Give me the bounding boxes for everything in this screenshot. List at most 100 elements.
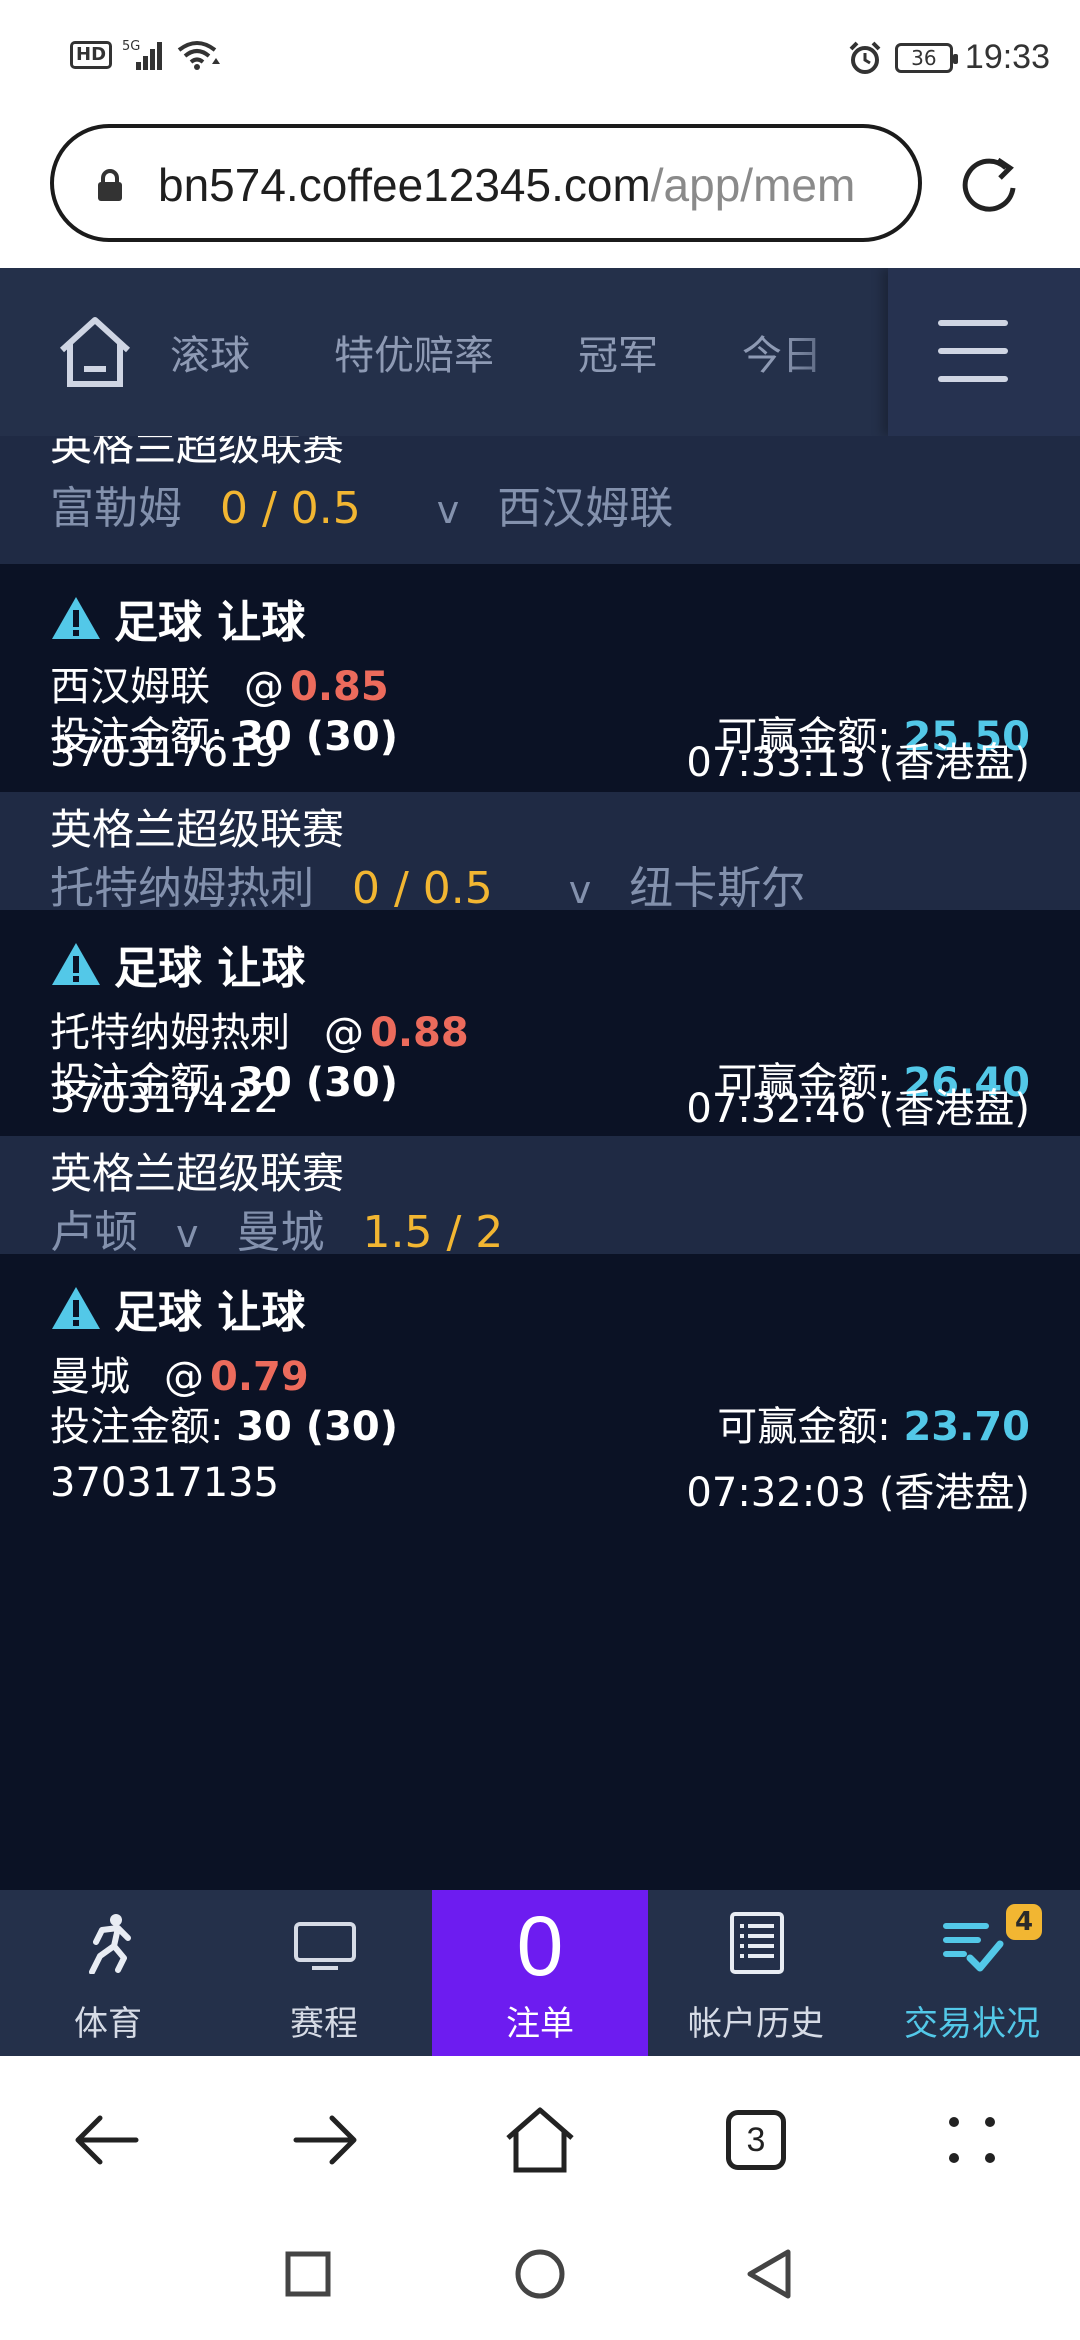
match-line: 富勒姆 0 / 0.5 v 西汉姆联 [50,472,673,536]
status-right: 36 19:33 [847,38,1050,77]
bet-type-label: 足球 让球 [114,1287,306,1338]
match-line: 卢顿 v 曼城 1.5 / 2 [50,1196,541,1260]
tab-sports[interactable]: 体育 [0,1890,216,2056]
warning-icon [52,1287,100,1329]
signal-icon: 5G [122,39,163,70]
warning-icon [52,597,100,639]
ticket-row: 370317619 07:33:13 (香港盘) [50,730,1030,788]
checklist-icon [943,1923,1004,1972]
league-header: 英格兰超级联赛 富勒姆 0 / 0.5 v 西汉姆联 [0,436,1080,564]
bet-type: 足球 让球 [50,1276,305,1340]
stake: 投注金额: 30 (30) [50,1394,398,1452]
recents-square-icon[interactable] [278,2244,338,2304]
lock-icon[interactable] [96,168,124,202]
nav-tab-special-odds[interactable]: 特优赔率 [334,323,494,381]
ticket-id: 370317619 [50,730,280,776]
tab-schedule-label: 赛程 [290,2004,358,2044]
bet-time: 07:33:13 (香港盘) [686,740,1030,786]
tab-sports-label: 体育 [74,2004,142,2044]
bet-type-label: 足球 让球 [114,943,306,994]
url-host: bn574.coffee12345.com [158,159,651,211]
versus: v [176,1212,199,1256]
stake-row: 投注金额: 30 (30) 可赢金额: 23.70 [50,1394,1030,1452]
league-header: 英格兰超级联赛 托特纳姆热刺 0 / 0.5 v 纽卡斯尔 [0,792,1080,914]
versus: v [568,868,592,912]
runner-icon [89,1914,131,1974]
home-circle-icon[interactable] [510,2244,570,2304]
handicap: 0 / 0.5 [220,483,361,534]
ticket-row: 370317422 07:32:46 (香港盘) [50,1076,1030,1134]
versus: v [436,488,460,532]
handicap: 1.5 / 2 [362,1207,504,1258]
win-value: 23.70 [903,1404,1030,1450]
status-bar: HD 5G 36 19:33 [0,0,1080,120]
win: 可赢金额: 23.70 [717,1394,1030,1452]
monitor-icon [294,1922,356,1970]
document-list-icon [730,1912,784,1974]
home-team: 托特纳姆热刺 [50,863,314,914]
tabs-count: 3 [726,2110,786,2170]
tab-trade-status[interactable]: 4 交易状况 [864,1890,1080,2056]
win-label: 可赢金额: [717,1404,891,1450]
handicap: 0 / 0.5 [352,863,493,914]
browser-home-icon[interactable] [502,2102,578,2178]
bet-type-label: 足球 让球 [114,597,306,648]
wifi-icon [177,41,221,70]
site-header-nav: 滚球 特优赔率 冠军 今日 [0,268,1080,436]
home-icon[interactable] [56,314,134,390]
browser-url-area: bn574.coffee12345.com/app/mem [0,120,1080,268]
tab-betslip[interactable]: 0 注单 [432,1890,648,2056]
android-nav-bar [0,2222,1080,2340]
away-team: 曼城 [236,1207,325,1258]
home-team: 富勒姆 [50,483,182,534]
ticket-id: 370317135 [50,1460,280,1506]
league-name: 英格兰超级联赛 [50,1149,345,1198]
url-bar[interactable]: bn574.coffee12345.com/app/mem [50,124,922,242]
back-triangle-icon[interactable] [740,2244,800,2304]
nav-tabs: 滚球 特优赔率 冠军 今日 [170,268,870,436]
hamburger-menu-icon[interactable] [938,320,1008,382]
nav-fade [780,268,890,436]
bet-time: 07:32:03 (香港盘) [686,1470,1030,1516]
hd-icon: HD [70,41,113,69]
stake-value: 30 (30) [236,1404,399,1450]
tab-history-label: 帐户历史 [688,2004,824,2044]
reload-icon[interactable] [956,152,1022,218]
network-type: 5G [122,39,140,54]
away-team: 纽卡斯尔 [629,863,806,914]
bet-card[interactable]: 足球 让球 曼城 @ 0.79 投注金额: 30 (30) 可赢金额: 23.7… [0,1254,1080,1516]
battery-level: 36 [911,45,937,70]
tab-status-label: 交易状况 [904,2004,1040,2044]
ticket-id: 370317422 [50,1076,280,1122]
tab-betslip-label: 注单 [506,2004,574,2044]
url-text[interactable]: bn574.coffee12345.com/app/mem [158,158,855,212]
status-badge: 4 [1006,1904,1042,1940]
away-team: 西汉姆联 [497,483,674,534]
browser-toolbar: 3 [0,2056,1080,2222]
forward-arrow-icon[interactable] [286,2102,362,2178]
bet-list[interactable]: 英格兰超级联赛 富勒姆 0 / 0.5 v 西汉姆联 足球 让球 西汉姆联 @ … [0,436,1080,1890]
status-left: HD 5G [70,38,222,72]
bet-type: 足球 让球 [50,932,305,996]
stake-label: 投注金额: [50,1404,224,1450]
bet-time: 07:32:46 (香港盘) [686,1086,1030,1132]
bet-type: 足球 让球 [50,586,305,650]
betslip-count: 0 [516,1899,564,1993]
back-arrow-icon[interactable] [70,2102,146,2178]
tab-schedule[interactable]: 赛程 [216,1890,432,2056]
alarm-icon [849,41,881,74]
league-name: 英格兰超级联赛 [50,805,345,854]
match-line: 托特纳姆热刺 0 / 0.5 v 纽卡斯尔 [50,852,805,916]
status-time: 19:33 [964,38,1050,76]
site-tab-bar: 体育 赛程 0 注单 帐户历史 4 交易状况 [0,1890,1080,2056]
tabs-button[interactable]: 3 [718,2102,794,2178]
nav-tab-live[interactable]: 滚球 [170,323,250,381]
ticket-row: 370317135 07:32:03 (香港盘) [50,1460,1030,1518]
tab-account-history[interactable]: 帐户历史 [648,1890,864,2056]
battery-icon: 36 [894,42,958,73]
menu-button[interactable] [888,268,1080,436]
home-team: 卢顿 [50,1207,138,1258]
more-dots-icon[interactable] [934,2102,1010,2178]
nav-tab-outright[interactable]: 冠军 [578,323,658,381]
league-header: 英格兰超级联赛 卢顿 v 曼城 1.5 / 2 [0,1136,1080,1258]
